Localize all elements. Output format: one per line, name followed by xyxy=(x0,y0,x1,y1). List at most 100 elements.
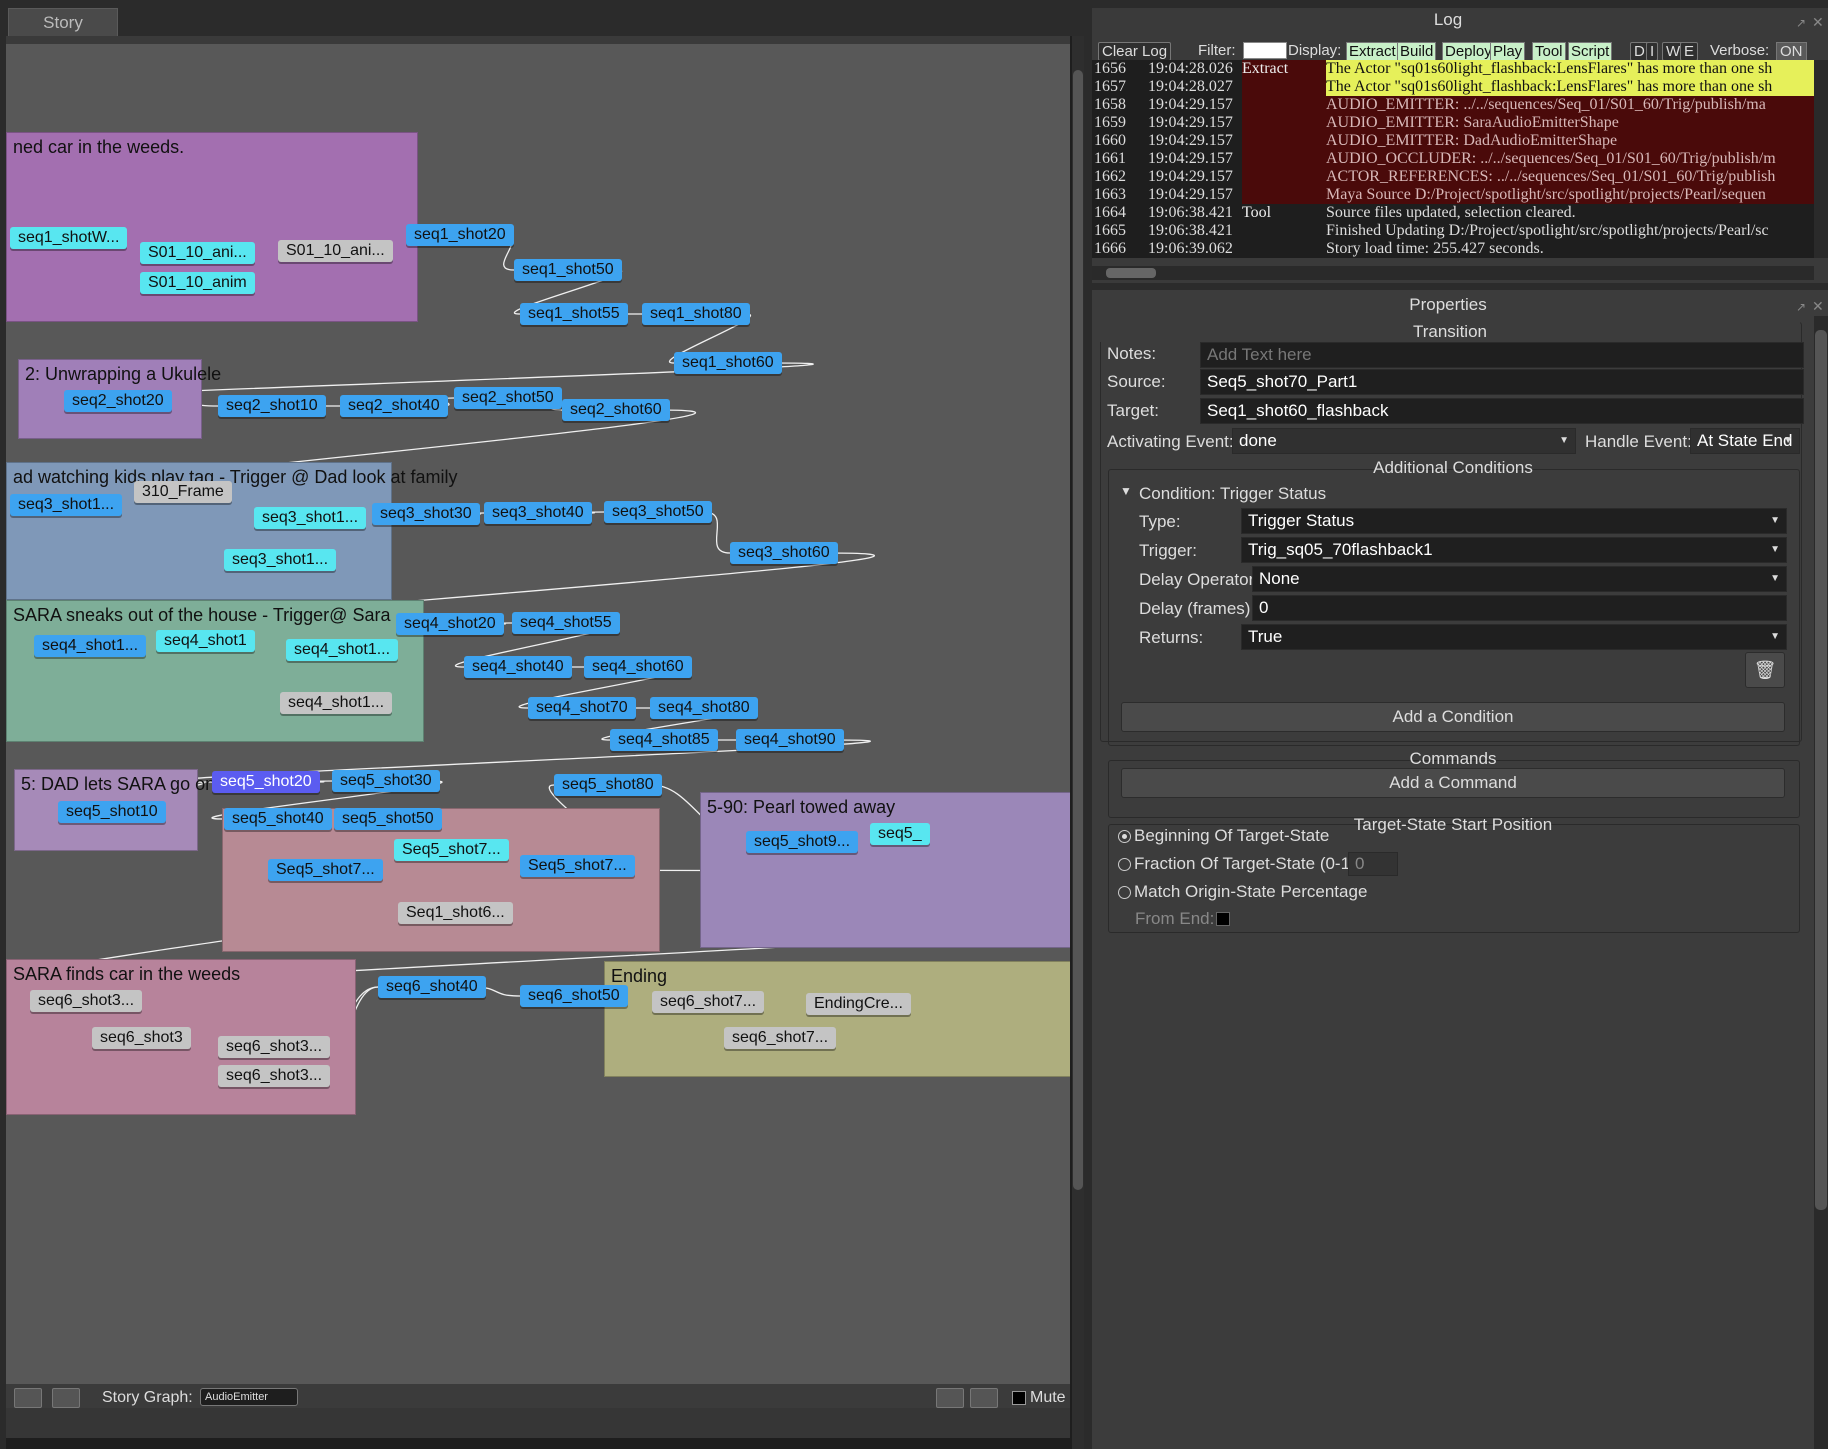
close-icon[interactable]: ✕ xyxy=(1812,298,1824,315)
match-radio[interactable] xyxy=(1118,886,1131,899)
graph-node[interactable]: seq1_shot80 xyxy=(642,303,750,325)
story-graph-input[interactable]: AudioEmitter xyxy=(200,1388,298,1406)
graph-node[interactable]: S01_10_ani... xyxy=(140,242,255,264)
target-field[interactable]: Seq1_shot60_flashback xyxy=(1200,398,1804,424)
graph-node[interactable]: seq5_shot20 xyxy=(212,771,320,793)
graph-node[interactable]: seq5_shot40 xyxy=(224,808,332,830)
clear-log-button[interactable]: Clear Log xyxy=(1098,42,1172,61)
graph-node[interactable]: seq4_shot55 xyxy=(512,612,620,634)
graph-node[interactable]: seq6_shot7... xyxy=(724,1027,837,1049)
fraction-radio[interactable] xyxy=(1118,858,1131,871)
graph-node[interactable]: seq5_shot50 xyxy=(334,808,442,830)
graph-node[interactable]: EndingCre... xyxy=(806,993,911,1015)
verbose-toggle[interactable]: ON xyxy=(1776,42,1807,61)
source-field[interactable]: Seq5_shot70_Part1 xyxy=(1200,369,1804,395)
log-vertical-scrollbar[interactable] xyxy=(1814,60,1828,258)
display-toggle-build[interactable]: Build xyxy=(1397,42,1437,61)
graph-node[interactable]: seq3_shot40 xyxy=(484,502,592,524)
log-row[interactable]: 1660 19:04:29.157 AUDIO_EMITTER: DadAudioE… xyxy=(1092,132,1814,150)
window-icon[interactable] xyxy=(52,1388,80,1408)
graph-node[interactable]: seq4_shot20 xyxy=(396,613,504,635)
graph-node[interactable]: seq1_shot50 xyxy=(514,259,622,281)
display-toggle-play[interactable]: Play xyxy=(1490,42,1526,61)
collapse-arrow-icon[interactable]: ▼ xyxy=(1120,484,1132,498)
graph-node[interactable]: seq4_shot60 xyxy=(584,656,692,678)
graph-node[interactable]: seq1_shot55 xyxy=(520,303,628,325)
story-tab[interactable]: Story xyxy=(8,8,118,37)
level-toggle-e[interactable]: E xyxy=(1680,42,1699,61)
minimize-icon[interactable] xyxy=(14,1388,42,1408)
graph-node[interactable]: seq6_shot3... xyxy=(218,1036,331,1058)
graph-scroll-thumb[interactable] xyxy=(1073,70,1083,1190)
graph-node[interactable]: seq4_shot1... xyxy=(34,635,147,657)
graph-node[interactable]: seq4_shot70 xyxy=(528,697,636,719)
log-row[interactable]: 1657 19:04:28.027 The Actor "sq01s60light_… xyxy=(1092,78,1814,96)
layout-icon[interactable] xyxy=(936,1388,964,1408)
trigger-select[interactable]: Trig_sq05_70flashback1 ▼ xyxy=(1241,537,1787,563)
graph-node[interactable]: seq4_shot40 xyxy=(464,656,572,678)
graph-group[interactable]: Ending xyxy=(604,961,1070,1077)
graph-node[interactable]: seq5_ xyxy=(870,823,930,845)
add-condition-button[interactable]: Add a Condition xyxy=(1121,702,1785,732)
from-end-checkbox[interactable] xyxy=(1216,912,1230,926)
graph-node[interactable]: Seq5_shot7... xyxy=(394,839,509,861)
story-graph-canvas[interactable]: ned car in the weeds. 2: Unwrapping a Uku… xyxy=(6,44,1070,1384)
properties-scroll-thumb[interactable] xyxy=(1815,330,1827,1210)
graph-node[interactable]: seq1_shot20 xyxy=(406,224,514,246)
graph-node[interactable]: seq6_shot7... xyxy=(652,991,765,1013)
display-toggle-extract[interactable]: Extract xyxy=(1346,42,1399,61)
graph-node[interactable]: seq5_shot30 xyxy=(332,770,440,792)
type-select[interactable]: Trigger Status ▼ xyxy=(1241,508,1787,534)
mute-checkbox[interactable] xyxy=(1012,1391,1026,1405)
handle-event-select[interactable]: At State End ▼ xyxy=(1690,428,1800,454)
graph-node[interactable]: seq3_shot30 xyxy=(372,503,480,525)
log-row[interactable]: 1659 19:04:29.157 AUDIO_EMITTER: SaraAudio… xyxy=(1092,114,1814,132)
graph-node[interactable]: seq3_shot1... xyxy=(224,549,337,571)
log-row[interactable]: 1663 19:04:29.157 Maya Source D:/Project/s… xyxy=(1092,186,1814,204)
graph-group[interactable]: SARA sneaks out of the house - Trigger@ … xyxy=(6,600,424,742)
display-toggle-tool[interactable]: Tool xyxy=(1532,42,1566,61)
log-scroll-thumb[interactable] xyxy=(1106,268,1156,278)
log-row[interactable]: 1662 19:04:29.157 ACTOR_REFERENCES: ../../… xyxy=(1092,168,1814,186)
log-row[interactable]: 1661 19:04:29.157 AUDIO_OCCLUDER: ../../se… xyxy=(1092,150,1814,168)
graph-node[interactable]: seq2_shot20 xyxy=(64,390,172,412)
notes-field[interactable]: Add Text here xyxy=(1200,342,1804,368)
log-row[interactable]: 1666 19:06:39.062 Story load time: 255.427… xyxy=(1092,240,1814,258)
close-icon[interactable]: ✕ xyxy=(1812,14,1824,31)
graph-node[interactable]: seq5_shot10 xyxy=(58,801,166,823)
graph-node[interactable]: seq2_shot60 xyxy=(562,399,670,421)
filter-input[interactable] xyxy=(1243,42,1287,59)
log-row[interactable]: 1656 19:04:28.026 Extract The Actor "sq01s6… xyxy=(1092,60,1814,78)
trash-icon[interactable] xyxy=(970,1388,998,1408)
graph-node[interactable]: seq4_shot85 xyxy=(610,729,718,751)
graph-node[interactable]: seq3_shot60 xyxy=(730,542,838,564)
graph-node[interactable]: seq1_shotW... xyxy=(10,227,128,249)
graph-node[interactable]: seq2_shot50 xyxy=(454,387,562,409)
graph-node[interactable]: Seq5_shot7... xyxy=(520,855,635,877)
graph-node[interactable]: seq6_shot50 xyxy=(520,985,628,1007)
add-command-button[interactable]: Add a Command xyxy=(1121,768,1785,798)
float-icon[interactable]: ↗ xyxy=(1796,16,1806,30)
level-toggle-i[interactable]: I xyxy=(1646,42,1659,61)
graph-node[interactable]: 310_Frame xyxy=(134,481,232,503)
graph-node[interactable]: Seq5_shot7... xyxy=(268,859,383,881)
returns-select[interactable]: True ▼ xyxy=(1241,624,1787,650)
graph-node[interactable]: seq6_shot3... xyxy=(30,990,143,1012)
log-row[interactable]: 1664 19:06:38.421 Tool Source files updated… xyxy=(1092,204,1814,222)
graph-node[interactable]: seq6_shot3... xyxy=(218,1065,331,1087)
fraction-input[interactable]: 0 xyxy=(1348,852,1398,876)
graph-node[interactable]: seq4_shot90 xyxy=(736,729,844,751)
graph-node[interactable]: seq2_shot10 xyxy=(218,395,326,417)
graph-node[interactable]: Seq1_shot6... xyxy=(398,902,513,924)
display-toggle-deploy[interactable]: Deploy xyxy=(1442,42,1495,61)
float-icon[interactable]: ↗ xyxy=(1796,300,1806,314)
delay-operator-select[interactable]: None ▼ xyxy=(1252,566,1787,592)
delay-frames-input[interactable]: 0 xyxy=(1252,595,1787,621)
graph-node[interactable]: seq2_shot40 xyxy=(340,395,448,417)
log-horizontal-scrollbar[interactable] xyxy=(1092,266,1814,280)
graph-node[interactable]: seq5_shot80 xyxy=(554,774,662,796)
log-row[interactable]: 1658 19:04:29.157 AUDIO_EMITTER: ../../seq… xyxy=(1092,96,1814,114)
activating-event-select[interactable]: done ▼ xyxy=(1232,428,1576,454)
graph-node[interactable]: S01_10_anim xyxy=(140,272,255,294)
graph-node[interactable]: seq4_shot80 xyxy=(650,697,758,719)
